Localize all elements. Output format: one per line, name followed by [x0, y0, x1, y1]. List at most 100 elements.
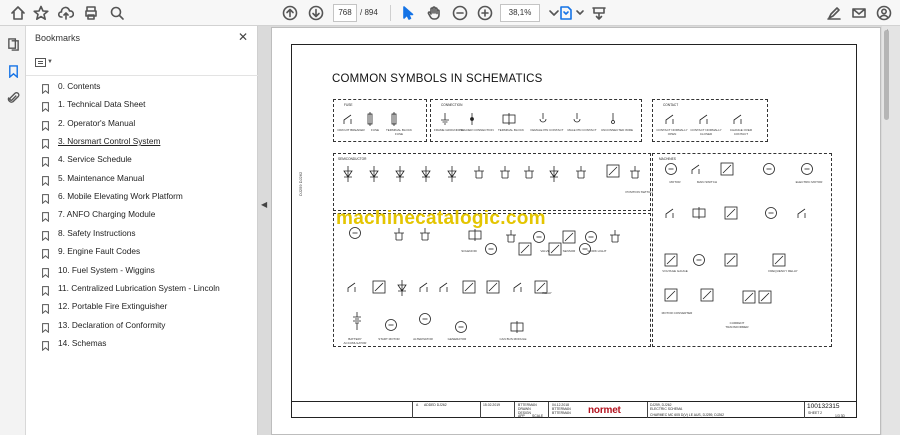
zoom-level-select[interactable]: 38,1%	[500, 4, 540, 22]
symbol-caption: UNCONNECTED WIRE	[601, 128, 633, 132]
bookmark-item[interactable]: 3. Norsmart Control System	[42, 134, 161, 150]
schematic-symbol-icon	[522, 166, 536, 187]
symbol-caption: SOLENOID	[461, 249, 477, 253]
symbol-caption: FREQUENCY RELAY	[768, 269, 798, 273]
section-label: SEMICONDUCTOR	[338, 157, 367, 161]
panel-title: Bookmarks	[35, 33, 81, 43]
divider	[480, 402, 481, 418]
email-icon[interactable]	[849, 3, 869, 23]
bookmark-item[interactable]: 6. Mobile Elevating Work Platform	[42, 189, 183, 205]
bookmark-item[interactable]: 4. Service Schedule	[42, 152, 132, 168]
bookmark-label: 2. Operator's Manual	[58, 117, 136, 128]
divider	[804, 402, 805, 418]
close-icon[interactable]: ✕	[236, 30, 250, 44]
bookmark-label: 8. Safety Instructions	[58, 227, 136, 238]
bookmark-icon	[42, 283, 49, 297]
bookmark-item[interactable]: 13. Declaration of Conformity	[42, 318, 166, 333]
bookmark-item[interactable]: 8. Safety Instructions	[42, 226, 136, 242]
symbol-caption: CHANGE OVER CONTACT	[729, 128, 753, 136]
select-cursor-icon[interactable]	[398, 3, 418, 23]
schematic-symbol-icon	[396, 280, 408, 301]
symbol-caption: BATTERY ACCUMULATOR	[343, 337, 367, 345]
bookmark-label: 5. Maintenance Manual	[58, 172, 145, 183]
bookmark-label: 13. Declaration of Conformity	[58, 319, 166, 330]
bookmark-item[interactable]: 2. Operator's Manual	[42, 116, 136, 131]
read-mode-icon[interactable]	[589, 3, 609, 23]
bookmark-panel-icon[interactable]	[4, 62, 22, 80]
schematic-symbol-icon	[446, 166, 458, 187]
bookmark-item[interactable]: 1. Technical Data Sheet	[42, 97, 146, 113]
schematic-symbol-icon	[532, 230, 546, 249]
schematic-symbol-icon	[504, 230, 518, 251]
schematic-symbol-icon	[372, 280, 386, 299]
bookmark-label: 0. Contents	[58, 81, 101, 91]
toolbar-divider	[390, 5, 391, 21]
next-page-icon[interactable]	[306, 3, 326, 23]
chevron-down-icon: ▼	[47, 59, 53, 65]
account-icon[interactable]	[874, 3, 894, 23]
section-label: CONTACT	[663, 103, 679, 107]
bookmark-icon	[42, 154, 49, 168]
schematic-symbol-icon	[438, 280, 452, 298]
upload-cloud-icon[interactable]	[56, 3, 76, 23]
symbol-caption: TERMINAL BLOCK	[497, 128, 525, 132]
hand-tool-icon[interactable]	[424, 3, 444, 23]
symbol-caption: SOLDER CONNECTION	[460, 128, 494, 132]
role-app: APP	[518, 414, 525, 418]
schematic-symbol-icon	[342, 166, 354, 187]
schematic-symbol-icon	[664, 162, 678, 181]
star-icon[interactable]	[31, 3, 51, 23]
attachment-icon[interactable]	[4, 88, 22, 106]
schematic-symbol-icon	[472, 166, 486, 187]
prev-page-icon[interactable]	[280, 3, 300, 23]
bookmark-item[interactable]: 14. Schemas	[42, 336, 106, 352]
bookmark-label: 1. Technical Data Sheet	[58, 99, 146, 110]
divider	[514, 402, 515, 418]
symbol-caption: MALE PIN CONTACT	[567, 128, 597, 132]
schematic-symbol-icon	[384, 318, 398, 337]
bookmark-item[interactable]: 11. Centralized Lubrication System - Lin…	[42, 281, 220, 297]
symbol-caption: POSITION SWITCH	[625, 190, 653, 194]
divider	[412, 402, 413, 418]
symbol-caption: START MOTOR	[378, 337, 400, 341]
sign-pen-icon[interactable]	[824, 3, 844, 23]
sheet-number: SHEET 2	[808, 411, 823, 415]
bookmark-item[interactable]: 0. Contents	[42, 79, 101, 95]
schematic-symbol-icon	[742, 290, 756, 309]
schematic-symbol-icon	[664, 206, 678, 224]
schematic-symbol-icon	[758, 290, 772, 309]
bookmark-label: 3. Norsmart Control System	[58, 136, 161, 147]
page-number-input[interactable]: 768	[333, 4, 357, 22]
symbol-caption: CONTACT NORMALLY CLOSED	[690, 128, 722, 136]
schematic-symbol-icon	[548, 166, 560, 187]
bookmarks-panel: Bookmarks ✕ ▼ 0. Contents 1. Technical Da…	[26, 26, 258, 435]
bookmark-item[interactable]: 7. ANFO Charging Module	[42, 207, 155, 223]
document-number: 100132315	[807, 403, 840, 410]
home-icon[interactable]	[8, 3, 28, 23]
bookmark-icon	[42, 265, 49, 278]
symbol-caption: ELECTRIC MOTOR	[795, 180, 823, 184]
bookmark-item[interactable]: 12. Portable Fire Extinguisher	[42, 299, 167, 315]
bookmark-item[interactable]: 5. Maintenance Manual	[42, 171, 145, 187]
print-icon[interactable]	[81, 3, 101, 23]
schematic-symbol-icon	[346, 280, 360, 298]
revision: A	[416, 403, 419, 407]
page-total: / 894	[360, 8, 378, 17]
zoom-out-icon[interactable]	[450, 3, 470, 23]
symbol-caption: GENERATOR	[447, 337, 467, 341]
bookmark-icon	[42, 191, 49, 205]
bookmark-item[interactable]: 10. Fuel System - Wiggins	[42, 263, 155, 278]
collapse-panel-arrow-icon[interactable]: ◀	[261, 200, 267, 209]
fit-dropdown-chevron-icon[interactable]	[570, 3, 590, 23]
bookmark-item[interactable]: 9. Engine Fault Codes	[42, 244, 140, 260]
page-thumbnails-icon[interactable]	[4, 35, 22, 53]
symbol-caption: CONTACT NORMALLY OPEN	[656, 128, 688, 136]
bookmark-options-button[interactable]: ▼	[35, 55, 57, 69]
schematic-symbol-icon	[484, 242, 498, 261]
zoom-in-icon[interactable]	[475, 3, 495, 23]
toolbar: 768 / 894 38,1%	[0, 0, 900, 26]
schematic-symbol-icon	[420, 166, 432, 187]
zoom-search-icon[interactable]	[107, 3, 127, 23]
schematic-symbol-icon	[762, 162, 776, 181]
scrollbar-thumb[interactable]	[884, 30, 889, 120]
